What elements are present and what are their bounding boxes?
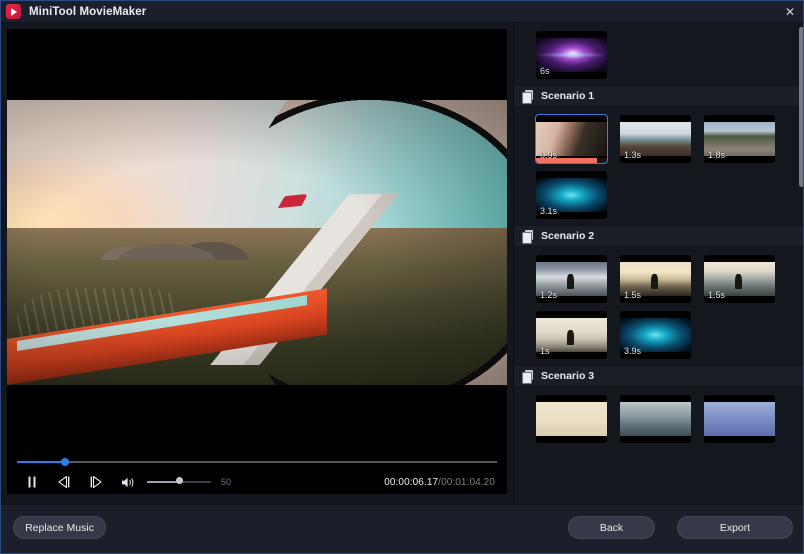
clip-grid: 0.9s 1.3s 1.8s 3.1s — [514, 107, 803, 225]
clip-duration-label: 1.5s — [708, 290, 726, 300]
back-button[interactable]: Back — [568, 516, 655, 539]
volume-button[interactable] — [115, 472, 141, 492]
volume-handle[interactable] — [175, 477, 183, 484]
clips-scrollbar-thumb[interactable] — [799, 27, 803, 187]
clip-grid: 6s — [514, 23, 803, 85]
clip-thumbnail[interactable] — [704, 395, 775, 443]
clip-thumbnail[interactable]: 1.5s — [620, 255, 691, 303]
clip-duration-label: 3.9s — [624, 346, 642, 356]
clips-scroll-container[interactable]: 6s Scenario 1 0.9s 1.3s 1.8s 3.1s Scenario 2 1.… — [514, 23, 803, 504]
clip-duration-label: 1.2s — [540, 290, 558, 300]
volume-icon — [121, 477, 133, 487]
clip-thumbnail[interactable]: 3.9s — [620, 311, 691, 359]
clip-progress-bar — [536, 158, 607, 163]
clip-thumbnail[interactable] — [536, 395, 607, 443]
volume-slider[interactable] — [147, 475, 211, 489]
section-title: Scenario 2 — [541, 230, 595, 242]
next-frame-icon — [90, 476, 102, 488]
clips-scrollbar[interactable] — [799, 25, 803, 502]
video-preview-image — [7, 100, 507, 385]
previous-frame-icon — [58, 476, 70, 488]
footer-bar: Replace Music Back Export — [1, 504, 803, 553]
clip-duration-label: 1.5s — [624, 290, 642, 300]
layers-icon — [522, 229, 534, 244]
volume-fill — [147, 481, 179, 483]
previous-frame-button[interactable] — [51, 472, 77, 492]
layers-icon — [522, 89, 534, 104]
clip-duration-label: 3.1s — [540, 206, 558, 216]
video-stage[interactable] — [7, 29, 507, 454]
seek-track[interactable] — [17, 458, 497, 466]
replace-music-button[interactable]: Replace Music — [13, 516, 106, 539]
main-region: 50 00:00:06.17/00:01:04.20 6s Scenario 1 0… — [1, 23, 803, 504]
clip-grid — [514, 387, 803, 449]
clip-thumbnail[interactable]: 1.5s — [704, 255, 775, 303]
app-window: MiniTool MovieMaker ✕ 50 00:00:06.17/00:… — [0, 0, 804, 554]
export-button[interactable]: Export — [677, 516, 793, 539]
section-title: Scenario 3 — [541, 370, 595, 382]
section-header[interactable]: Scenario 2 — [514, 225, 803, 247]
clip-duration-label: 1s — [540, 346, 550, 356]
clips-panel: 6s Scenario 1 0.9s 1.3s 1.8s 3.1s Scenario 2 1.… — [513, 23, 803, 504]
player-controls: 50 00:00:06.17/00:01:04.20 — [7, 470, 507, 494]
section-header[interactable]: Scenario 3 — [514, 365, 803, 387]
clip-thumbnail[interactable]: 1.2s — [536, 255, 607, 303]
clip-grid: 1.2s 1.5s 1.5s 1s 3.9s — [514, 247, 803, 365]
clip-thumbnail[interactable]: 1.3s — [620, 115, 691, 163]
clip-duration-label: 6s — [540, 66, 550, 76]
total-time: 00:01:04.20 — [441, 476, 495, 488]
volume-value: 50 — [221, 477, 232, 487]
clip-thumbnail-image — [620, 402, 691, 436]
pause-button[interactable] — [19, 472, 45, 492]
next-frame-button[interactable] — [83, 472, 109, 492]
seek-bar[interactable] — [7, 454, 507, 470]
layers-icon — [522, 369, 534, 384]
clip-thumbnail[interactable]: 1.8s — [704, 115, 775, 163]
section-title: Scenario 1 — [541, 90, 595, 102]
close-icon[interactable]: ✕ — [775, 1, 803, 23]
clip-thumbnail-selected[interactable]: 0.9s — [535, 114, 608, 164]
clip-thumbnail-image — [704, 402, 775, 436]
current-time: 00:00:06.17 — [384, 476, 439, 488]
clip-thumbnail-image — [536, 402, 607, 436]
preview-pane: 50 00:00:06.17/00:01:04.20 — [1, 23, 513, 504]
clip-thumbnail[interactable]: 3.1s — [536, 171, 607, 219]
clip-thumbnail[interactable]: 6s — [536, 31, 607, 79]
clip-duration-label: 1.3s — [624, 150, 642, 160]
clip-thumbnail[interactable] — [620, 395, 691, 443]
seek-handle[interactable] — [61, 458, 69, 466]
clip-thumbnail[interactable]: 1s — [536, 311, 607, 359]
app-title: MiniTool MovieMaker — [29, 5, 147, 18]
title-bar: MiniTool MovieMaker ✕ — [1, 1, 803, 23]
clip-duration-label: 1.8s — [708, 150, 726, 160]
moviemaker-play-logo-icon — [6, 4, 21, 19]
section-header[interactable]: Scenario 1 — [514, 85, 803, 107]
pause-icon — [28, 476, 36, 488]
seek-fill — [17, 461, 65, 463]
time-display: 00:00:06.17/00:01:04.20 — [384, 477, 495, 488]
